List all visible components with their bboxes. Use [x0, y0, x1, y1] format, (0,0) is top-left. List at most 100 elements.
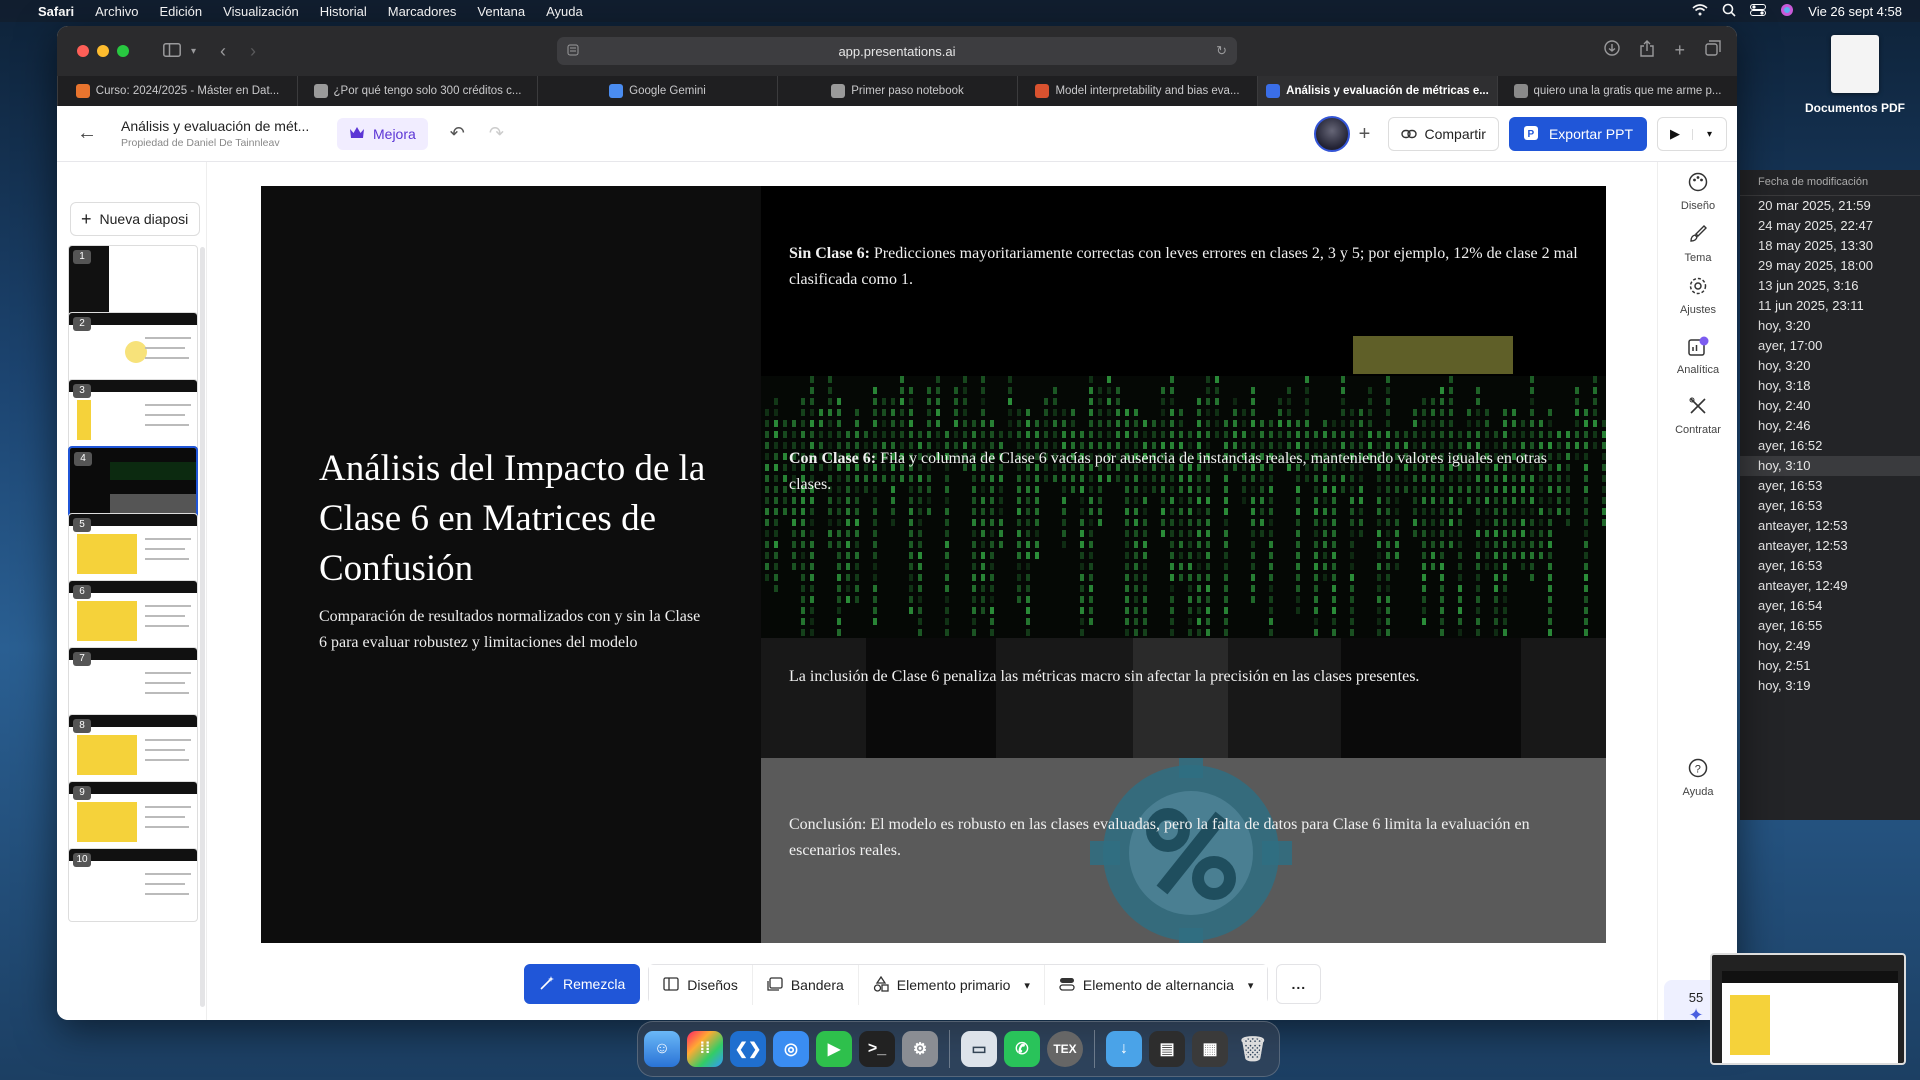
- finder-row[interactable]: hoy, 3:19: [1740, 676, 1920, 696]
- document-title[interactable]: Análisis y evaluación de mét...: [121, 118, 321, 134]
- finder-row[interactable]: ayer, 16:54: [1740, 596, 1920, 616]
- finder-row[interactable]: 18 may 2025, 13:30: [1740, 236, 1920, 256]
- sidebar-icon[interactable]: [163, 41, 181, 62]
- avatar[interactable]: [1313, 116, 1350, 152]
- slide-thumbnail[interactable]: 2: [68, 312, 198, 386]
- safari-dock-icon[interactable]: ◎: [773, 1031, 809, 1067]
- reload-icon[interactable]: ↻: [1216, 43, 1227, 59]
- menu-archivo[interactable]: Archivo: [95, 4, 138, 19]
- help-tool[interactable]: ? Ayuda: [1658, 758, 1737, 798]
- slide-thumbnail[interactable]: 4: [68, 446, 198, 520]
- finder-row[interactable]: ayer, 16:53: [1740, 476, 1920, 496]
- menu-visualizacion[interactable]: Visualización: [223, 4, 299, 19]
- screenshot-preview-thumbnail[interactable]: [1710, 953, 1906, 1065]
- recent-window-dock-icon[interactable]: ▦: [1192, 1031, 1228, 1067]
- finder-row[interactable]: hoy, 2:49: [1740, 636, 1920, 656]
- back-arrow-icon[interactable]: ←: [77, 122, 97, 145]
- control-center-icon[interactable]: [1750, 3, 1767, 19]
- finder-row[interactable]: hoy, 2:46: [1740, 416, 1920, 436]
- url-text[interactable]: app.presentations.ai: [838, 44, 955, 59]
- wifi-icon[interactable]: [1692, 3, 1708, 19]
- slide-thumbnail[interactable]: 5: [68, 513, 198, 587]
- slide-thumbnail[interactable]: 3: [68, 379, 198, 453]
- forward-nav-icon[interactable]: ›: [250, 41, 256, 62]
- launchpad-dock-icon[interactable]: ⁞⁞: [687, 1031, 723, 1067]
- menu-clock[interactable]: Vie 26 sept 4:58: [1808, 4, 1902, 19]
- finder-row[interactable]: 20 mar 2025, 21:59: [1740, 196, 1920, 216]
- finder-row[interactable]: 13 jun 2025, 3:16: [1740, 276, 1920, 296]
- preview-dock-icon[interactable]: ▭: [961, 1031, 997, 1067]
- finder-dock-icon[interactable]: ☺: [644, 1031, 680, 1067]
- alternate-element-dropdown[interactable]: Elemento de alternancia ▾: [1043, 965, 1268, 1005]
- search-icon[interactable]: [1722, 3, 1736, 20]
- point-block-4[interactable]: Conclusión: El modelo es robusto en las …: [761, 758, 1606, 943]
- browser-tab[interactable]: quiero una la gratis que me arme p...: [1497, 76, 1737, 106]
- chevron-down-icon[interactable]: ▾: [191, 46, 196, 57]
- primary-element-dropdown[interactable]: Elemento primario ▾: [857, 965, 1044, 1005]
- point-1-text[interactable]: Sin Clase 6: Predicciones mayoritariamen…: [789, 241, 1579, 293]
- menu-ventana[interactable]: Ventana: [477, 4, 525, 19]
- downloads-icon[interactable]: [1604, 40, 1621, 62]
- settings-tool[interactable]: Ajustes: [1658, 276, 1737, 316]
- finder-row[interactable]: anteayer, 12:53: [1740, 536, 1920, 556]
- finder-row[interactable]: 11 jun 2025, 23:11: [1740, 296, 1920, 316]
- recent-window-dock-icon[interactable]: ▤: [1149, 1031, 1185, 1067]
- menu-historial[interactable]: Historial: [320, 4, 367, 19]
- minimize-window-button[interactable]: [97, 45, 109, 57]
- new-slide-button[interactable]: + Nueva diaposi: [70, 202, 200, 236]
- menu-app-name[interactable]: Safari: [38, 4, 74, 19]
- point-block-2[interactable]: Con Clase 6: Fila y columna de Clase 6 v…: [761, 376, 1606, 638]
- browser-tab[interactable]: Google Gemini: [537, 76, 777, 106]
- slide-title[interactable]: Análisis del Impacto de la Clase 6 en Ma…: [319, 444, 719, 594]
- slide-thumbnail[interactable]: 7: [68, 647, 198, 721]
- finder-row[interactable]: ayer, 16:55: [1740, 616, 1920, 636]
- theme-tool[interactable]: Tema: [1658, 224, 1737, 264]
- slide-subtitle[interactable]: Comparación de resultados normalizados c…: [319, 604, 709, 656]
- point-block-3[interactable]: La inclusión de Clase 6 penaliza las mét…: [761, 638, 1606, 758]
- finder-row[interactable]: anteayer, 12:53: [1740, 516, 1920, 536]
- trash-dock-icon[interactable]: 🗑: [1235, 1031, 1271, 1067]
- point-3-text[interactable]: La inclusión de Clase 6 penaliza las mét…: [789, 664, 1579, 690]
- address-bar[interactable]: app.presentations.ai ↻: [557, 37, 1237, 65]
- finder-row[interactable]: hoy, 3:18: [1740, 376, 1920, 396]
- siri-icon[interactable]: [1780, 3, 1794, 20]
- export-ppt-button[interactable]: P Exportar PPT: [1508, 117, 1647, 151]
- analytics-tool[interactable]: Analítica: [1658, 336, 1737, 376]
- finder-row[interactable]: hoy, 2:40: [1740, 396, 1920, 416]
- finder-row[interactable]: 24 may 2025, 22:47: [1740, 216, 1920, 236]
- finder-row[interactable]: hoy, 2:51: [1740, 656, 1920, 676]
- menu-ayuda[interactable]: Ayuda: [546, 4, 583, 19]
- finder-column-header[interactable]: Fecha de modificación: [1740, 170, 1920, 196]
- menu-edicion[interactable]: Edición: [160, 4, 203, 19]
- page-settings-icon[interactable]: [567, 44, 579, 59]
- new-tab-icon[interactable]: +: [1674, 40, 1685, 62]
- browser-tab-active[interactable]: Análisis y evaluación de métricas e...: [1257, 76, 1497, 106]
- point-block-1[interactable]: Sin Clase 6: Predicciones mayoritariamen…: [761, 186, 1606, 376]
- tab-overview-icon[interactable]: [1705, 40, 1721, 62]
- desktop-pdf-folder[interactable]: Documentos PDF: [1790, 35, 1920, 115]
- tex-dock-icon[interactable]: TEX: [1047, 1031, 1083, 1067]
- add-collaborator-icon[interactable]: +: [1352, 121, 1378, 147]
- remix-button[interactable]: Remezcla: [524, 964, 641, 1004]
- finder-row[interactable]: ayer, 16:53: [1740, 496, 1920, 516]
- slide-thumbnail[interactable]: 9: [68, 781, 198, 855]
- vscode-dock-icon[interactable]: ❮❯: [730, 1031, 766, 1067]
- browser-tab[interactable]: Model interpretability and bias eva...: [1017, 76, 1257, 106]
- share-icon[interactable]: [1640, 40, 1655, 62]
- downloads-dock-icon[interactable]: ↓: [1106, 1031, 1142, 1067]
- point-2-text[interactable]: Con Clase 6: Fila y columna de Clase 6 v…: [789, 446, 1579, 498]
- design-tool[interactable]: Diseño: [1658, 172, 1737, 212]
- undo-icon[interactable]: ↶: [450, 123, 465, 144]
- browser-tab[interactable]: Curso: 2024/2025 - Máster en Dat...: [57, 76, 297, 106]
- thumbnail-scrollbar[interactable]: [200, 247, 205, 1007]
- finder-row[interactable]: hoy, 3:20: [1740, 356, 1920, 376]
- share-button[interactable]: Compartir: [1387, 117, 1499, 151]
- terminal-dock-icon[interactable]: >_: [859, 1031, 895, 1067]
- finder-row[interactable]: 29 may 2025, 18:00: [1740, 256, 1920, 276]
- slide-canvas[interactable]: Análisis del Impacto de la Clase 6 en Ma…: [261, 186, 1606, 943]
- slide-thumbnail[interactable]: 10: [68, 848, 198, 922]
- slide-thumbnail[interactable]: 8: [68, 714, 198, 788]
- slide-thumbnail[interactable]: 1: [68, 245, 198, 319]
- back-nav-icon[interactable]: ‹: [220, 41, 226, 62]
- finder-row[interactable]: anteayer, 12:49: [1740, 576, 1920, 596]
